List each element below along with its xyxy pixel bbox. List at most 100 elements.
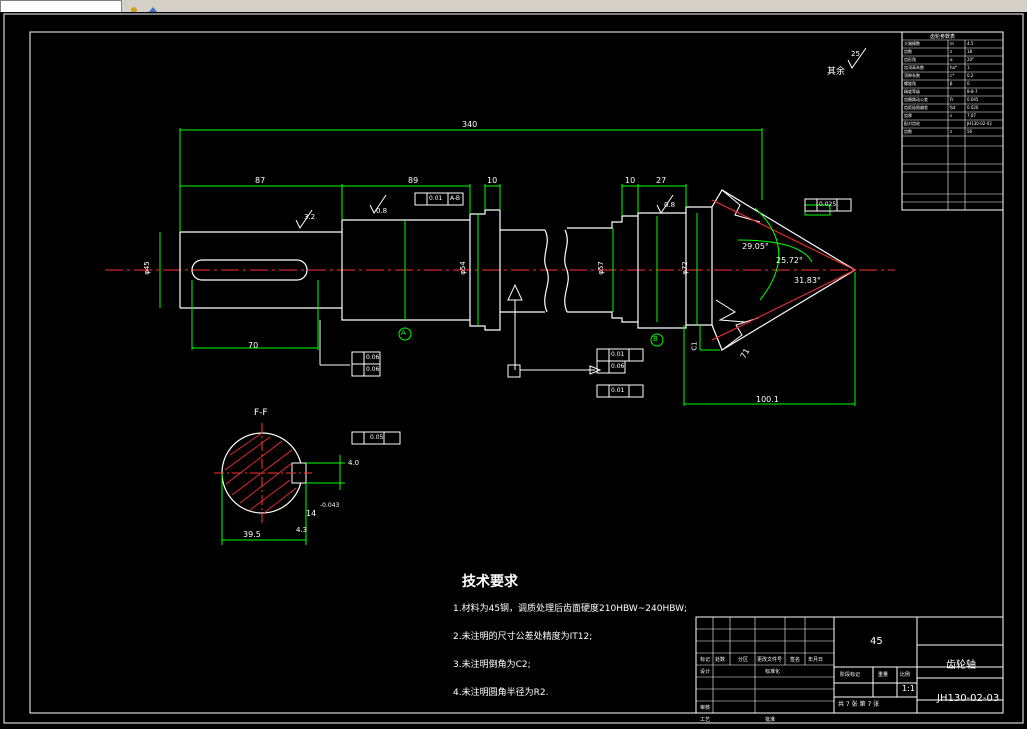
roughness-0-8b: 0.8: [664, 201, 676, 209]
gear-table-cell: z: [950, 129, 953, 134]
tol-frame-value-4: 0.025: [819, 201, 837, 208]
gear-table-cell: 18: [967, 49, 973, 54]
tb-label-stage: 阶段标记: [840, 672, 861, 678]
angle-31-83: 31.83°: [794, 276, 821, 285]
tb-label-sign: 签名: [790, 657, 801, 663]
drawing-canvas[interactable]: 其余 25 340 87 89 10 10 27 70 71 100.1 φ45…: [0, 12, 1027, 729]
gear-table-cell: 配对齿轮: [904, 121, 920, 126]
gear-table-cell: 1: [967, 65, 970, 70]
dim-100: 100.1: [756, 395, 779, 404]
section-dim-39-5: 39.5: [243, 530, 261, 539]
datum-b: B: [653, 335, 658, 343]
gear-table-cell: m: [950, 41, 954, 46]
dim-phi72: φ72: [680, 261, 689, 275]
section-dim-4-3: 4.3: [296, 526, 308, 534]
tech-req-1: 1.材料为45钢，调质处理后齿面硬度210HBW~240HBW;: [453, 604, 688, 614]
gear-table-cell: 7.07: [967, 113, 976, 118]
title-part-name: 齿轮轴: [946, 660, 976, 671]
tb-label-review: 审核: [700, 705, 711, 711]
tb-label-change: 更改文件号: [757, 657, 783, 663]
section-symmetry: 0.05: [370, 434, 384, 441]
gear-table-title: 齿轮参数表: [930, 34, 956, 40]
title-material: 45: [870, 636, 883, 647]
section-dim-4: 4.0: [348, 459, 360, 467]
gear-table-cell: α: [950, 57, 953, 62]
gear-table-cell: 齿圈跳动公差: [904, 97, 928, 102]
gear-table-cell: 20°: [967, 57, 975, 62]
section-label: F-F: [254, 408, 268, 418]
roughness-0-8a: 0.8: [376, 207, 388, 215]
gear-table-cell: s: [950, 113, 953, 118]
angle-29-05: 29.05°: [742, 242, 769, 251]
angle-25-72: 25.72°: [776, 256, 803, 265]
tol-frame-value-7: 0.06: [611, 363, 625, 370]
tb-label-design: 设计: [700, 669, 711, 675]
tb-label-zone: 分区: [738, 657, 749, 663]
gear-table-cell: 齿厚: [904, 113, 912, 118]
tool-icon-1[interactable]: [128, 0, 140, 13]
tech-req-2: 2.未注明的尺寸公差处精度为IT12;: [453, 632, 593, 642]
gear-table-cell: 56: [967, 129, 973, 134]
dim-70: 70: [248, 341, 259, 350]
tb-label-approve: 批准: [765, 717, 776, 723]
gear-table-cell: ha*: [950, 65, 957, 70]
gear-table-cell: 齿顶高系数: [904, 65, 924, 70]
tb-label-standard: 标准化: [765, 669, 781, 675]
section-tolerance: -0.043: [320, 502, 340, 509]
roughness-other-label: 其余: [827, 67, 846, 77]
datum-a: A: [401, 329, 406, 337]
tol-frame-value-2: 0.01: [611, 351, 625, 358]
chamfer-c1: C1: [690, 341, 699, 351]
tb-label-weight: 重量: [878, 672, 889, 678]
title-drawing-no: JH130-02-03: [937, 693, 1000, 704]
dim-10b: 10: [625, 176, 636, 185]
gear-table-cell: 0.045: [967, 97, 979, 102]
gear-table-cell: c*: [950, 73, 955, 78]
gear-table-cell: 齿数: [904, 129, 912, 134]
gear-table-cell: 精度等级: [904, 89, 920, 94]
gear-table-cell: 齿距极限偏差: [904, 105, 928, 110]
tb-label-craft: 工艺: [700, 717, 711, 723]
gear-table-cell: 螺旋角: [904, 81, 916, 86]
tb-label-mark: 标记: [700, 657, 711, 663]
tol-frame-value-5: 0.06: [366, 354, 380, 361]
tb-label-count: 处数: [715, 657, 726, 663]
tol-frame-datum-1: A-B: [450, 195, 461, 202]
dim-87: 87: [255, 176, 266, 185]
tool-icon-2[interactable]: [146, 0, 158, 13]
dim-10a: 10: [487, 176, 498, 185]
gear-table-cell: z: [950, 49, 953, 54]
title-scale: 1:1: [902, 684, 915, 693]
gear-table-cell: 4.5: [967, 41, 974, 46]
gear-table-cell: 顶隙系数: [904, 73, 920, 78]
gear-table-cell: 0: [967, 81, 970, 86]
tech-requirements-title: 技术要求: [462, 574, 518, 590]
gear-table-cell: 0.020: [967, 105, 979, 110]
gear-table-cell: JH130-02-02: [967, 121, 992, 126]
tb-label-date: 年月日: [808, 657, 824, 663]
tech-req-3: 3.未注明倒角为C2;: [453, 660, 531, 670]
tol-frame-value-3: 0.01: [611, 387, 625, 394]
gear-table-cell: 8-8-7: [967, 89, 978, 94]
gear-table-cell: Fr: [950, 97, 954, 102]
dim-71: 71: [738, 346, 752, 361]
title-sheet-info: 共 7 张 第 7 张: [838, 701, 880, 708]
dim-phi57: φ57: [596, 261, 605, 275]
gear-table-cell: 大端模数: [904, 41, 920, 46]
tol-frame-value-1: 0.01: [429, 195, 443, 202]
gear-table-cell: β: [950, 81, 953, 86]
tol-frame-value-6: 0.06: [366, 366, 380, 373]
roughness-3-2: 3.2: [304, 213, 316, 221]
section-dim-14: 14: [306, 509, 317, 518]
dim-27: 27: [656, 176, 667, 185]
tb-label-scale: 比例: [900, 672, 911, 678]
roughness-other-value: 25: [851, 50, 860, 58]
gear-table-cell: 0.2: [967, 73, 974, 78]
dim-key-diameter: φ45: [142, 261, 151, 275]
tech-req-4: 4.未注明圆角半径为R2.: [453, 688, 549, 698]
dim-phi54: φ54: [458, 261, 467, 275]
gear-table-cell: 齿数: [904, 49, 912, 54]
gear-table-cell: 齿形角: [904, 57, 916, 62]
dim-89: 89: [408, 176, 419, 185]
dim-total-length: 340: [462, 120, 478, 129]
